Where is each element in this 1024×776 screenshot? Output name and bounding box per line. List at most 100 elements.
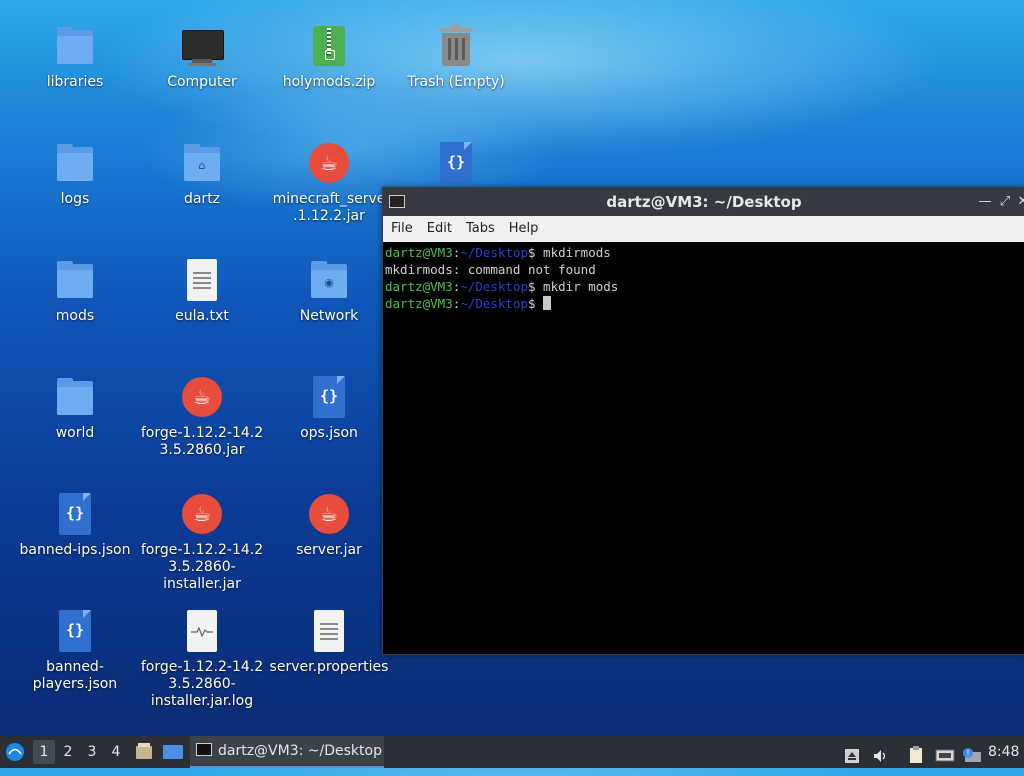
eject-icon[interactable] <box>844 744 860 763</box>
java-icon: ☕ <box>178 373 226 421</box>
start-menu-button[interactable] <box>4 742 26 762</box>
desktop-icon-network[interactable]: ◉ Network <box>267 256 391 325</box>
zip-archive-icon <box>305 22 353 70</box>
prompt-user: dartz@VM3 <box>385 279 453 294</box>
desktop-icon-mods[interactable]: mods <box>13 256 137 325</box>
desktop-icon-computer[interactable]: Computer <box>140 22 264 91</box>
volume-icon[interactable] <box>872 744 888 762</box>
desktop-icon-label: banned- players.json <box>32 659 118 692</box>
trash-icon <box>432 22 480 70</box>
desktop-icon-label: logs <box>60 191 90 207</box>
menu-file[interactable]: File <box>385 216 419 242</box>
output-text: mkdirmods: command not found <box>385 262 596 277</box>
workspace-2[interactable]: 2 <box>57 736 79 768</box>
taskbar-window-label: dartz@VM3: ~/Desktop <box>218 743 382 759</box>
update-notifier-icon[interactable]: ! <box>962 744 981 762</box>
desktop-icon-libraries[interactable]: libraries <box>13 22 137 91</box>
file-manager-launcher-icon[interactable] <box>135 743 153 761</box>
java-icon: ☕ <box>178 490 226 538</box>
desktop-icon-eula[interactable]: eula.txt <box>140 256 264 325</box>
desktop-icon-label: mods <box>55 308 95 324</box>
folder-icon <box>51 256 99 304</box>
workspace-4[interactable]: 4 <box>105 736 127 768</box>
terminal-line: dartz@VM3:~/Desktop$ mkdirmods <box>385 245 611 260</box>
desktop-icon-banned-ips[interactable]: {} banned-ips.json <box>13 490 137 559</box>
desktop-icon-minecraft-server[interactable]: ☕ minecraft_serve .1.12.2.jar <box>267 139 391 225</box>
network-folder-icon: ◉ <box>305 256 353 304</box>
terminal-line: mkdirmods: command not found <box>385 261 1024 278</box>
desktop-icon-forge-installer-log[interactable]: forge-1.12.2-14.2 3.5.2860- installer.ja… <box>140 607 264 710</box>
text-file-icon <box>178 256 226 304</box>
json-file-icon: {} <box>51 607 99 655</box>
command-text <box>536 296 544 311</box>
workspace-1[interactable]: 1 <box>33 740 55 764</box>
text-file-icon <box>305 607 353 655</box>
desktop-icon-label: server.jar <box>296 542 362 558</box>
maximize-icon[interactable]: ⤢ <box>997 188 1013 216</box>
desktop-icon-label: ops.json <box>300 425 358 441</box>
desktop-icon-forge-jar[interactable]: ☕ forge-1.12.2-14.2 3.5.2860.jar <box>140 373 264 459</box>
taskbar-window-terminal[interactable]: dartz@VM3: ~/Desktop <box>190 736 384 768</box>
terminal-titlebar[interactable]: dartz@VM3: ~/Desktop — ⤢ ✕ <box>383 188 1024 216</box>
taskbar: 1 2 3 4 dartz@VM3: ~/Desktop ! 8:48 <box>0 736 1024 768</box>
command-text: mkdirmods <box>535 245 611 260</box>
desktop-icon-label: forge-1.12.2-14.2 3.5.2860.jar <box>140 425 264 458</box>
workspace-3[interactable]: 3 <box>81 736 103 768</box>
json-file-icon: {} <box>51 490 99 538</box>
json-file-icon: {} <box>305 373 353 421</box>
terminal-line: dartz@VM3:~/Desktop$ <box>385 295 1024 312</box>
terminal-menubar: File Edit Tabs Help <box>383 216 1024 242</box>
terminal-window[interactable]: dartz@VM3: ~/Desktop — ⤢ ✕ File Edit Tabs H… <box>382 187 1024 655</box>
terminal-output[interactable]: dartz@VM3:~/Desktop$ mkdirmods mkdirmods… <box>385 244 1024 654</box>
svg-text:!: ! <box>966 749 969 758</box>
close-icon[interactable]: ✕ <box>1015 188 1024 216</box>
desktop-icon-label: Network <box>299 308 359 324</box>
desktop-icon-server-jar[interactable]: ☕ server.jar <box>267 490 391 559</box>
command-text: mkdir mods <box>535 279 619 294</box>
desktop-icon-label: forge-1.12.2-14.2 3.5.2860- installer.ja… <box>140 542 264 592</box>
menu-help[interactable]: Help <box>503 216 545 242</box>
menu-edit[interactable]: Edit <box>421 216 458 242</box>
desktop-icon-dartz[interactable]: ⌂ dartz <box>140 139 264 208</box>
prompt-path: ~/Desktop <box>460 245 528 260</box>
desktop-icon-label: eula.txt <box>175 308 229 324</box>
terminal-icon <box>196 743 212 756</box>
prompt-user: dartz@VM3 <box>385 296 453 311</box>
menu-tabs[interactable]: Tabs <box>460 216 501 242</box>
network-icon[interactable] <box>935 744 955 762</box>
folder-icon <box>51 139 99 187</box>
show-desktop-icon[interactable] <box>163 744 183 760</box>
desktop-icon-label: Trash (Empty) <box>407 74 505 90</box>
minimize-icon[interactable]: — <box>977 188 993 216</box>
log-file-icon <box>178 607 226 655</box>
desktop-icon-banned-players[interactable]: {} banned- players.json <box>13 607 137 693</box>
clock[interactable]: 8:48 <box>988 736 1020 768</box>
desktop-icon-forge-installer[interactable]: ☕ forge-1.12.2-14.2 3.5.2860- installer.… <box>140 490 264 593</box>
desktop-icon-label: banned-ips.json <box>19 542 131 558</box>
home-folder-icon: ⌂ <box>178 139 226 187</box>
lubuntu-logo-icon <box>6 743 24 761</box>
desktop-icon-label: holymods.zip <box>282 74 376 90</box>
clipboard-icon[interactable] <box>908 744 924 763</box>
desktop-icon-world[interactable]: world <box>13 373 137 442</box>
desktop-icon-server-properties[interactable]: server.properties <box>267 607 391 676</box>
window-title: dartz@VM3: ~/Desktop <box>606 193 802 211</box>
desktop-icon-holymods-zip[interactable]: holymods.zip <box>267 22 391 91</box>
desktop-icon-label: dartz <box>183 191 221 207</box>
prompt-path: ~/Desktop <box>460 279 528 294</box>
desktop-icon-label: Computer <box>167 74 237 90</box>
folder-icon <box>51 373 99 421</box>
folder-icon <box>51 22 99 70</box>
desktop-icon-trash[interactable]: Trash (Empty) <box>394 22 518 91</box>
desktop-icon-json-file[interactable]: {} <box>394 139 518 191</box>
desktop-icon-label: server.properties <box>269 659 389 675</box>
text-cursor <box>543 296 552 310</box>
desktop-icon-label: minecraft_serve .1.12.2.jar <box>272 191 386 224</box>
desktop-icon-label: libraries <box>46 74 104 90</box>
json-file-icon: {} <box>432 139 480 187</box>
java-icon: ☕ <box>305 490 353 538</box>
desktop-icon-logs[interactable]: logs <box>13 139 137 208</box>
java-icon: ☕ <box>305 139 353 187</box>
prompt-user: dartz@VM3 <box>385 245 453 260</box>
desktop-icon-ops[interactable]: {} ops.json <box>267 373 391 442</box>
